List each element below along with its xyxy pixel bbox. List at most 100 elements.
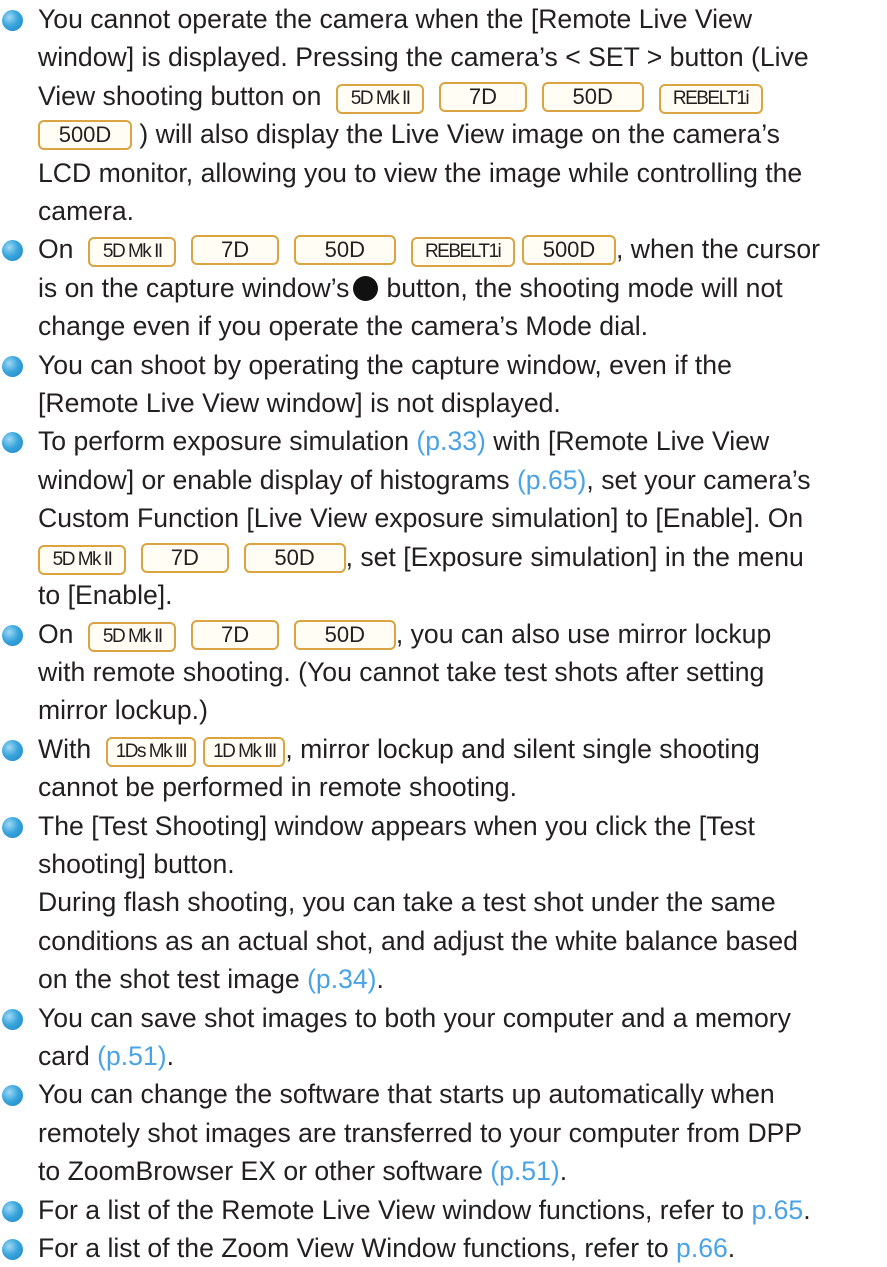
text-span: View shooting button on	[38, 80, 322, 111]
text-span: , when the cursor	[616, 234, 820, 265]
badge-rebel-t1i: REBELT1i	[658, 83, 763, 114]
badge-1d-mk-iii: 1D Mk III	[203, 736, 286, 767]
badge-1ds-mk-iii: 1Ds Mk III	[105, 736, 196, 767]
text-line: You cannot operate the camera when the […	[38, 4, 753, 34]
notes-list: You cannot operate the camera when the […	[0, 0, 887, 1267]
text-span: is on the capture window’s	[38, 272, 350, 303]
text-line: With 1Ds Mk III 1D Mk III, mirror lockup…	[38, 730, 887, 768]
badge-5d-mk-ii: 5D Mk II	[38, 544, 126, 575]
text-line: View shooting button on 5D Mk II 7D 50D …	[38, 77, 887, 115]
text-span: .	[376, 964, 384, 995]
badge-500d: 500D	[38, 120, 132, 151]
text-span: , you can also use mirror lockup	[395, 618, 772, 649]
note-item: You can change the software that starts …	[0, 1075, 887, 1190]
text-span: .	[559, 1156, 568, 1187]
text-line: 5D Mk II 7D 50D, set [Exposure simulatio…	[38, 538, 887, 576]
text-span: window] or enable display of histograms	[38, 464, 510, 495]
page-link-34[interactable]: (p.34)	[307, 964, 376, 994]
page-link-66[interactable]: p.66	[676, 1233, 728, 1263]
text-span: with [Remote Live View	[493, 426, 770, 457]
shoot-button-icon	[353, 275, 379, 301]
text-span: button, the shooting mode will not	[386, 272, 783, 303]
page-link-51[interactable]: (p.51)	[97, 1041, 166, 1071]
text-line: 500D ) will also display the Live View i…	[38, 115, 887, 153]
text-span: , set [Exposure simulation] in the menu	[345, 541, 804, 572]
text-line: The [Test Shooting] window appears when …	[38, 810, 755, 841]
page-link-65[interactable]: (p.65)	[517, 465, 586, 495]
note-item: For a list of the Remote Live View windo…	[0, 1191, 887, 1229]
text-span: , mirror lockup and silent single shooti…	[285, 733, 760, 764]
text-span: .	[803, 1194, 811, 1225]
text-line: To perform exposure simulation (p.33) wi…	[38, 422, 887, 460]
page-link-33[interactable]: (p.33)	[416, 426, 485, 456]
text-line: on the shot test image (p.34).	[38, 960, 887, 998]
bullet-icon	[2, 240, 23, 262]
badge-50d: 50D	[541, 81, 644, 112]
text-line: remotely shot images are transferred to …	[38, 1117, 803, 1148]
text-line: is on the capture window’s button, the sh…	[38, 269, 887, 307]
note-item: You can shoot by operating the capture w…	[0, 346, 887, 423]
text-line: card (p.51).	[38, 1037, 887, 1075]
note-item: You cannot operate the camera when the […	[0, 0, 887, 230]
text-line: On 5D Mk II 7D 50D, you can also use mir…	[38, 615, 887, 653]
badge-50d: 50D	[243, 542, 346, 573]
text-span: , set your camera’s	[586, 464, 811, 495]
text-span: On	[38, 618, 74, 649]
bullet-icon	[2, 1008, 23, 1030]
note-item: You can save shot images to both your co…	[0, 999, 887, 1076]
badge-rebel-t1i: REBELT1i	[410, 237, 515, 268]
text-span: With	[38, 733, 92, 764]
page-link-65[interactable]: p.65	[751, 1195, 803, 1225]
text-span: For a list of the Zoom View Window funct…	[38, 1233, 669, 1263]
text-span: To perform exposure simulation	[38, 426, 410, 457]
text-line: with remote shooting. (You cannot take t…	[38, 656, 765, 687]
badge-5d-mk-ii: 5D Mk II	[336, 83, 425, 114]
text-span: .	[166, 1040, 174, 1071]
text-line: mirror lockup.)	[38, 695, 208, 726]
text-line: You can shoot by operating the capture w…	[38, 349, 732, 380]
page-link-51[interactable]: (p.51)	[490, 1156, 559, 1186]
badge-7d: 7D	[191, 619, 280, 650]
badge-7d: 7D	[438, 81, 527, 112]
bullet-icon	[2, 432, 23, 454]
text-line: You can change the software that starts …	[38, 1079, 775, 1110]
bullet-icon	[2, 1200, 23, 1222]
note-item: The [Test Shooting] window appears when …	[0, 807, 887, 999]
help-page: You cannot operate the camera when the […	[0, 0, 887, 1263]
note-item: On 5D Mk II 7D 50D REBELT1i 500D, when t…	[0, 230, 887, 345]
bullet-icon	[2, 816, 23, 838]
text-line: You can save shot images to both your co…	[38, 1002, 791, 1033]
text-line: [Remote Live View window] is not display…	[38, 388, 561, 419]
bullet-icon	[2, 624, 23, 646]
text-line: LCD monitor, allowing you to view the im…	[38, 157, 803, 188]
text-span: card	[38, 1040, 90, 1071]
text-span: ) will also display the Live View image …	[139, 119, 780, 150]
bullet-icon	[2, 1085, 23, 1107]
text-line: During flash shooting, you can take a te…	[38, 887, 776, 918]
text-line: window] is displayed. Pressing the camer…	[38, 42, 809, 73]
text-span: On	[38, 234, 74, 265]
note-item: For a list of the Zoom View Window funct…	[0, 1229, 887, 1267]
bullet-icon	[2, 739, 23, 761]
badge-5d-mk-ii: 5D Mk II	[88, 237, 177, 268]
note-item: With 1Ds Mk III 1D Mk III, mirror lockup…	[0, 730, 887, 807]
text-line: camera.	[38, 196, 135, 227]
text-span: .	[727, 1233, 736, 1263]
text-line: shooting] button.	[38, 848, 235, 879]
text-line: Custom Function [Live View exposure simu…	[38, 503, 804, 534]
badge-500d: 500D	[522, 235, 616, 266]
badge-7d: 7D	[191, 235, 280, 266]
bullet-icon	[2, 1239, 23, 1260]
badge-5d-mk-ii: 5D Mk II	[88, 621, 177, 652]
note-item: On 5D Mk II 7D 50D, you can also use mir…	[0, 615, 887, 730]
text-span: on the shot test image	[38, 964, 300, 995]
badge-7d: 7D	[140, 542, 229, 573]
text-line: window] or enable display of histograms …	[38, 461, 887, 499]
text-line: to [Enable].	[38, 580, 173, 611]
text-line: to ZoomBrowser EX or other software (p.5…	[38, 1152, 887, 1190]
note-item: To perform exposure simulation (p.33) wi…	[0, 422, 887, 614]
bullet-icon	[2, 355, 23, 377]
text-span: For a list of the Remote Live View windo…	[38, 1194, 745, 1225]
text-line: conditions as an actual shot, and adjust…	[38, 925, 798, 956]
badge-50d: 50D	[293, 619, 396, 650]
